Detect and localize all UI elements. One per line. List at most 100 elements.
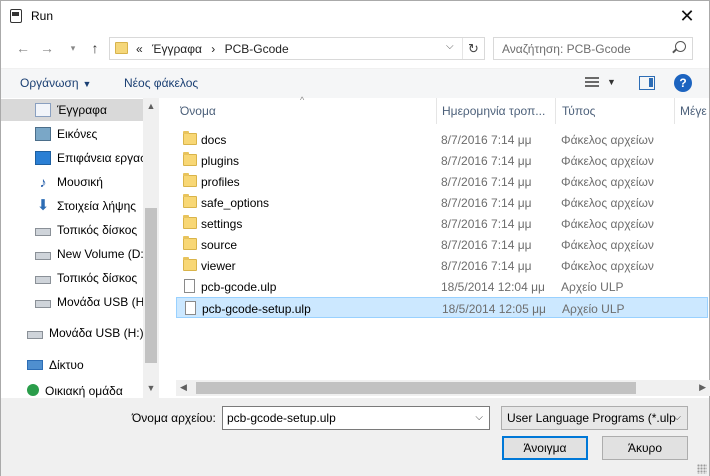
breadcrumb-item-documents[interactable]: Έγγραφα <box>152 42 202 56</box>
sidebar-item-network[interactable]: Δίκτυο <box>1 354 143 376</box>
sidebar-item-music[interactable]: ♪ Μουσική <box>1 171 143 193</box>
navigation-scrollbar[interactable]: ▲ ▼ <box>143 98 159 398</box>
forward-arrow-icon[interactable]: → <box>37 38 57 58</box>
sidebar-item-usb-drive-h-root[interactable]: Μονάδα USB (H:) <box>1 322 143 344</box>
scroll-left-icon[interactable]: ◀ <box>180 382 187 393</box>
file-date: 8/7/2016 7:14 μμ <box>441 175 532 189</box>
column-header-size[interactable]: Μέγε <box>680 104 710 118</box>
file-type: Φάκελος αρχείων <box>561 175 654 189</box>
downloads-icon: ⬇ <box>36 197 50 214</box>
address-bar[interactable]: « Έγγραφα › PCB-Gcode ⌵ ↻ <box>109 37 485 60</box>
column-header-type[interactable]: Τύπος <box>562 104 672 118</box>
chevron-down-icon[interactable]: ⌵ <box>475 412 483 423</box>
sidebar-item-local-disk-c[interactable]: Τοπικός δίσκος <box>1 219 143 241</box>
file-name: pcb-gcode-setup.ulp <box>202 302 311 316</box>
breadcrumb-overflow[interactable]: « <box>136 42 143 56</box>
organize-button[interactable]: Οργάνωση ▼ <box>20 76 91 90</box>
sidebar-item-pictures[interactable]: Εικόνες <box>1 123 143 145</box>
open-button[interactable]: Άνοιγμα <box>502 436 588 460</box>
column-header-date-modified[interactable]: Ημερομηνία τροπ... <box>442 104 554 118</box>
breadcrumb-separator[interactable]: › <box>211 42 215 56</box>
help-icon[interactable]: ? <box>674 74 692 92</box>
view-details-icon[interactable] <box>585 77 599 90</box>
back-arrow-icon[interactable]: ← <box>13 38 33 58</box>
file-name: source <box>201 238 238 252</box>
sidebar-item-desktop[interactable]: Επιφάνεια εργασ <box>1 147 143 169</box>
pictures-icon <box>35 127 51 141</box>
table-row[interactable]: viewer 8/7/2016 7:14 μμ Φάκελος αρχείων <box>176 255 708 276</box>
file-type: Φάκελος αρχείων <box>561 238 654 252</box>
horizontal-scrollbar[interactable]: ◀ ▶ <box>176 380 710 396</box>
sidebar-item-label: New Volume (D: <box>57 247 143 261</box>
file-name: profiles <box>201 175 240 189</box>
close-button[interactable]: ✕ <box>665 1 709 32</box>
file-list: ^ Όνομα Ημερομηνία τροπ... Τύπος Μέγε do… <box>159 95 710 398</box>
sidebar-item-label: Έγγραφα <box>57 103 107 117</box>
disk-icon <box>35 251 51 260</box>
breadcrumb-item-pcb-gcode[interactable]: PCB-Gcode <box>225 42 289 56</box>
table-row[interactable]: pcb-gcode.ulp 18/5/2014 12:04 μμ Αρχείο UL… <box>176 276 708 297</box>
address-dropdown-icon[interactable]: ⌵ <box>446 41 454 52</box>
sidebar-item-new-volume-d[interactable]: New Volume (D: <box>1 243 143 265</box>
chevron-down-icon: ▼ <box>82 79 92 89</box>
scroll-down-icon[interactable]: ▼ <box>146 383 156 393</box>
recent-locations-chevron-icon[interactable]: ▾ <box>63 38 83 58</box>
column-divider[interactable] <box>674 98 675 124</box>
column-divider[interactable] <box>436 98 437 124</box>
run-app-icon <box>10 9 22 23</box>
cancel-button[interactable]: Άκυρο <box>602 436 688 460</box>
sidebar-item-downloads[interactable]: ⬇ Στοιχεία λήψης <box>1 195 143 217</box>
organize-label: Οργάνωση <box>20 76 79 90</box>
network-icon <box>27 360 43 370</box>
sidebar-item-label: Εικόνες <box>57 127 98 141</box>
scroll-right-icon[interactable]: ▶ <box>699 382 706 393</box>
sidebar-item-homegroup[interactable]: Οικιακή ομάδα <box>1 384 143 398</box>
table-row[interactable]: plugins 8/7/2016 7:14 μμ Φάκελος αρχείων <box>176 150 708 171</box>
table-row[interactable]: settings 8/7/2016 7:14 μμ Φάκελος αρχείων <box>176 213 708 234</box>
folder-icon <box>183 236 197 250</box>
filename-input[interactable]: pcb-gcode-setup.ulp ⌵ <box>222 406 490 430</box>
scrollbar-thumb[interactable] <box>145 208 157 363</box>
file-date: 8/7/2016 7:14 μμ <box>441 217 532 231</box>
sidebar-item-label: Μονάδα USB (H:) <box>49 326 143 340</box>
usb-drive-icon <box>35 299 51 308</box>
sidebar-item-label: Τοπικός δίσκος <box>57 271 138 285</box>
search-input[interactable]: Αναζήτηση: PCB-Gcode <box>493 37 693 60</box>
column-header-name[interactable]: Όνομα <box>180 104 430 118</box>
table-row[interactable]: safe_options 8/7/2016 7:14 μμ Φάκελος αρχε… <box>176 192 708 213</box>
table-row[interactable]: source 8/7/2016 7:14 μμ Φάκελος αρχείων <box>176 234 708 255</box>
folder-icon <box>115 42 128 54</box>
table-row-selected[interactable]: pcb-gcode-setup.ulp 18/5/2014 12:05 μμ Αρχ… <box>176 297 708 318</box>
file-type-select[interactable]: User Language Programs (*.ulp ⌵ <box>501 406 688 430</box>
file-type: Φάκελος αρχείων <box>561 196 654 210</box>
file-date: 8/7/2016 7:14 μμ <box>441 238 532 252</box>
new-folder-button[interactable]: Νέος φάκελος <box>124 76 198 90</box>
table-row[interactable]: docs 8/7/2016 7:14 μμ Φάκελος αρχείων <box>176 129 708 150</box>
file-name: pcb-gcode.ulp <box>201 280 277 294</box>
scroll-up-icon[interactable]: ▲ <box>146 101 156 111</box>
column-header-row: ^ Όνομα Ημερομηνία τροπ... Τύπος Μέγε <box>160 95 710 124</box>
up-arrow-icon[interactable]: ↑ <box>85 38 105 58</box>
chevron-down-icon[interactable]: ⌵ <box>673 412 681 423</box>
file-type: Αρχείο ULP <box>561 280 624 294</box>
search-icon[interactable] <box>675 41 686 52</box>
sidebar-item-usb-drive-h[interactable]: Μονάδα USB (H <box>1 291 143 313</box>
table-row[interactable]: profiles 8/7/2016 7:14 μμ Φάκελος αρχείων <box>176 171 708 192</box>
column-divider[interactable] <box>555 98 556 124</box>
music-icon: ♪ <box>39 174 47 190</box>
folder-icon <box>183 152 197 166</box>
file-icon <box>184 279 195 293</box>
scrollbar-thumb[interactable] <box>196 382 636 394</box>
file-name: docs <box>201 133 227 147</box>
sidebar-item-local-disk-2[interactable]: Τοπικός δίσκος <box>1 267 143 289</box>
file-date: 8/7/2016 7:14 μμ <box>441 196 532 210</box>
preview-pane-icon[interactable] <box>639 76 655 90</box>
refresh-icon[interactable]: ↻ <box>462 38 484 59</box>
view-options-chevron-icon[interactable]: ▼ <box>607 77 616 87</box>
documents-icon <box>35 103 51 117</box>
sidebar-item-documents[interactable]: Έγγραφα <box>1 99 143 121</box>
file-name: viewer <box>201 259 236 273</box>
resize-grip-icon[interactable] <box>697 464 707 474</box>
file-date: 8/7/2016 7:14 μμ <box>441 133 532 147</box>
command-bar: Οργάνωση ▼ Νέος φάκελος ▼ ? <box>1 68 709 98</box>
